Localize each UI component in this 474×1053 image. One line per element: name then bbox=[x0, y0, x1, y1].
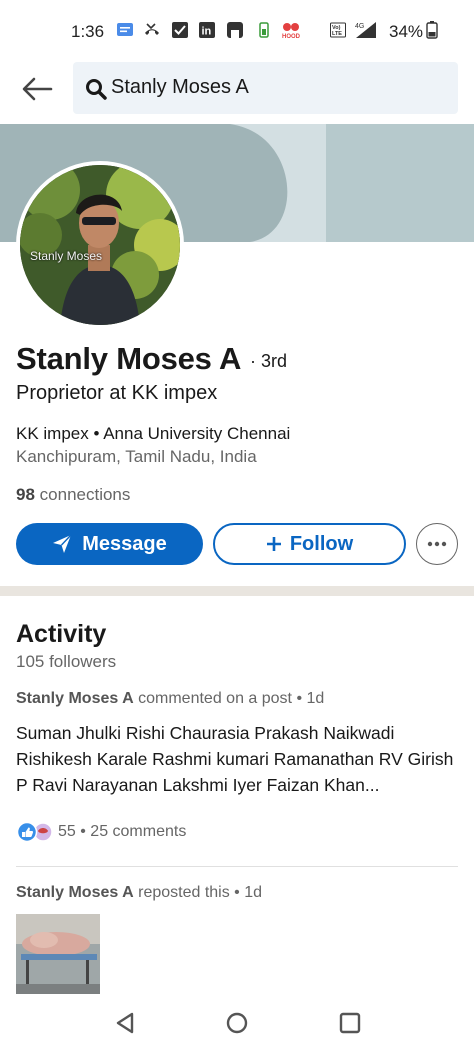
post2-thumbnail[interactable] bbox=[16, 914, 100, 994]
svg-text:LTE: LTE bbox=[332, 31, 342, 37]
profile-location: Kanchipuram, Tamil Nadu, India bbox=[16, 447, 257, 466]
nav-back-icon[interactable] bbox=[112, 1010, 138, 1036]
message-button[interactable]: Message bbox=[16, 523, 203, 565]
profile-headline: Proprietor at KK impex bbox=[16, 382, 218, 404]
connection-degree: · 3rd bbox=[250, 351, 288, 371]
post1-author[interactable]: Stanly Moses A bbox=[16, 690, 134, 707]
checkbox-icon bbox=[172, 22, 188, 38]
messages-icon bbox=[117, 23, 133, 36]
activity-title: Activity bbox=[16, 620, 107, 648]
back-arrow-icon[interactable] bbox=[20, 74, 54, 104]
search-icon bbox=[86, 79, 107, 100]
post2-meta: Stanly Moses A reposted this • 1d bbox=[16, 884, 262, 902]
message-button-label: Message bbox=[82, 532, 167, 555]
reaction-icons bbox=[16, 821, 54, 843]
connections-link[interactable]: 98 connections bbox=[16, 485, 130, 505]
battery-percent: 34% bbox=[389, 22, 424, 41]
system-nav-bar bbox=[0, 996, 474, 1053]
connections-count: 98 bbox=[16, 485, 35, 504]
plus-icon bbox=[266, 537, 281, 551]
linkedin-icon: in bbox=[199, 22, 215, 38]
nav-recents-icon[interactable] bbox=[337, 1010, 363, 1036]
post1-body[interactable]: Suman Jhulki Rishi Chaurasia Prakash Nai… bbox=[16, 720, 460, 798]
more-options-button[interactable] bbox=[416, 523, 458, 565]
nav-home-icon[interactable] bbox=[224, 1010, 250, 1036]
battery-saver-icon bbox=[259, 22, 269, 38]
send-icon bbox=[53, 534, 72, 553]
post1-reactions[interactable]: 55 • 25 comments bbox=[16, 821, 187, 843]
svg-text:HOOD: HOOD bbox=[282, 34, 301, 39]
post2-author[interactable]: Stanly Moses A bbox=[16, 884, 134, 901]
more-horizontal-icon bbox=[427, 541, 447, 547]
volte-icon: Vo)LTE bbox=[330, 22, 346, 38]
app-icon bbox=[227, 22, 243, 38]
profile-avatar[interactable]: Stanly Moses bbox=[16, 161, 184, 329]
signal-icon: 4G bbox=[355, 22, 376, 38]
connections-label: connections bbox=[39, 485, 131, 504]
search-header: Stanly Moses A bbox=[0, 62, 474, 124]
post2-action: reposted this • 1d bbox=[138, 884, 263, 901]
search-bar[interactable]: Stanly Moses A bbox=[73, 62, 458, 114]
missed-call-icon bbox=[145, 23, 159, 35]
section-divider bbox=[0, 586, 474, 596]
avatar-watermark-text: Stanly Moses bbox=[30, 249, 103, 263]
battery-icon bbox=[426, 21, 438, 39]
hood-app-icon: HOOD bbox=[282, 23, 301, 39]
follow-button-label: Follow bbox=[289, 532, 354, 555]
profile-name: Stanly Moses A bbox=[16, 341, 242, 376]
activity-followers: 105 followers bbox=[16, 652, 117, 671]
svg-text:4G: 4G bbox=[355, 23, 364, 30]
post1-action: commented on a post • 1d bbox=[138, 690, 325, 707]
search-query: Stanly Moses A bbox=[111, 76, 249, 98]
status-time: 1:36 bbox=[71, 22, 105, 41]
post1-reaction-count: 55 • 25 comments bbox=[58, 823, 187, 840]
follow-button[interactable]: Follow bbox=[213, 523, 406, 565]
status-bar: 1:36 in HOOD Vo) LTE 4G 34% bbox=[0, 0, 474, 62]
profile-company-education[interactable]: KK impex • Anna University Chennai bbox=[16, 424, 290, 444]
post-divider bbox=[16, 866, 458, 867]
post1-meta: Stanly Moses A commented on a post • 1d bbox=[16, 690, 324, 708]
svg-text:in: in bbox=[202, 26, 212, 38]
